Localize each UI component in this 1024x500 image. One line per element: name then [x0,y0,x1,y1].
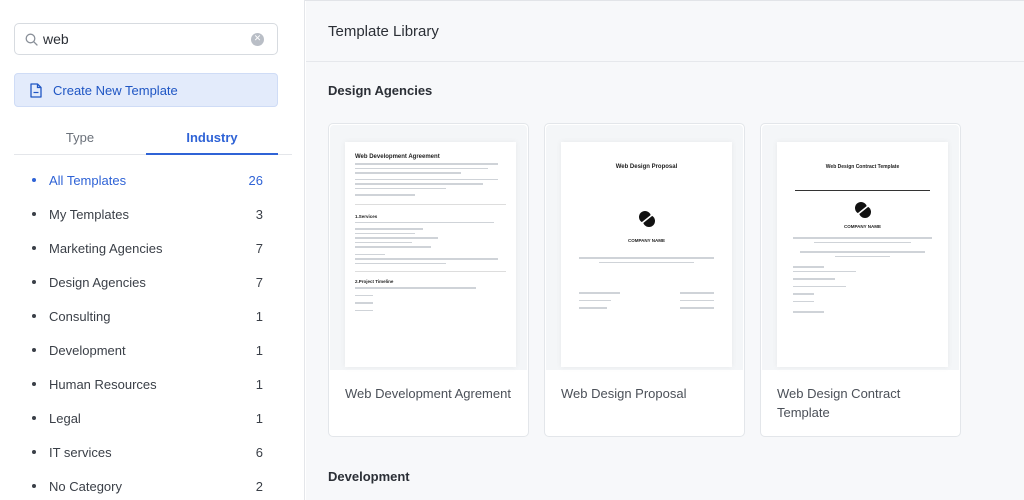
search-icon [23,31,39,47]
category-marketing-agencies[interactable]: Marketing Agencies 7 [0,231,305,265]
template-card-web-design-contract-template[interactable]: Web Design Contract Template COMPANY NAM… [760,123,961,437]
preview-section-heading: 2.Project Timeline [355,279,394,284]
preview-company-name: COMPANY NAME [843,224,882,229]
section-title-development: Development [328,469,410,484]
preview-heading: Web Design Contract Template [825,164,900,170]
card-thumbnail-area: Web Design Contract Template COMPANY NAM… [762,125,959,370]
template-card-web-development-agreement[interactable]: Web Development Agreement 1.Services 2.P… [328,123,529,437]
page-title: Template Library [328,22,439,40]
category-it-services[interactable]: IT services 6 [0,435,305,469]
category-name: Human Resources [49,376,157,392]
preview-section-heading: 1.Services [355,213,378,219]
bullet-icon [32,348,36,352]
bullet-icon [32,382,36,386]
category-design-agencies[interactable]: Design Agencies 7 [0,265,305,299]
category-name: My Templates [49,206,129,222]
category-name: Marketing Agencies [49,240,163,256]
bullet-icon [32,280,36,284]
category-count: 1 [255,376,263,392]
category-name: All Templates [49,172,127,188]
card-title: Web Design Proposal [561,386,687,401]
bullet-icon [32,212,36,216]
category-list: All Templates 26 My Templates 3 Marketin… [0,163,305,500]
filter-tabs: Type Industry [14,122,292,155]
main-header: Template Library [306,1,1024,62]
clear-search-icon[interactable]: ✕ [251,32,264,46]
document-icon [30,82,44,98]
category-human-resources[interactable]: Human Resources 1 [0,367,305,401]
category-name: Development [49,342,126,358]
category-count: 3 [255,206,263,222]
create-new-template-label: Create New Template [53,82,178,98]
category-all-templates[interactable]: All Templates 26 [0,163,305,197]
card-title: Web Design Contract Template [777,386,901,420]
category-my-templates[interactable]: My Templates 3 [0,197,305,231]
bullet-icon [32,416,36,420]
bullet-icon [32,178,36,182]
sidebar: ✕ Create New Template Type Industry All … [0,0,305,500]
category-name: No Category [49,478,122,494]
template-preview: Web Design Contract Template COMPANY NAM… [777,142,948,367]
preview-heading: Web Development Agreement [355,154,440,160]
category-legal[interactable]: Legal 1 [0,401,305,435]
card-title: Web Development Agrement [345,386,511,401]
category-count: 1 [255,410,263,426]
section-title-design-agencies: Design Agencies [328,83,433,98]
template-preview: Web Development Agreement 1.Services 2.P… [345,142,516,367]
create-new-template-button[interactable]: Create New Template [14,73,278,107]
category-count: 1 [255,342,263,358]
category-development[interactable]: Development 1 [0,333,305,367]
card-thumbnail-area: Web Design Proposal COMPANY NAME [546,125,743,370]
search-input[interactable] [43,25,251,53]
bullet-icon [32,450,36,454]
bullet-icon [32,246,36,250]
bullet-icon [32,484,36,488]
category-no-category[interactable]: No Category 2 [0,469,305,500]
template-preview: Web Design Proposal COMPANY NAME [561,142,732,367]
template-card-web-design-proposal[interactable]: Web Design Proposal COMPANY NAME Web Des… [544,123,745,437]
category-count: 7 [255,240,263,256]
preview-company-name: COMPANY NAME [627,238,666,243]
category-name: Design Agencies [49,274,146,290]
category-count: 26 [248,172,263,188]
tab-type[interactable]: Type [14,122,146,154]
category-name: IT services [49,444,112,460]
company-logo-icon [561,210,732,228]
category-count: 6 [255,444,263,460]
category-consulting[interactable]: Consulting 1 [0,299,305,333]
company-logo-icon [777,201,948,219]
bullet-icon [32,314,36,318]
category-name: Legal [49,410,81,426]
category-count: 2 [255,478,263,494]
category-name: Consulting [49,308,111,324]
category-count: 7 [255,274,263,290]
card-thumbnail-area: Web Development Agreement 1.Services 2.P… [330,125,527,370]
tab-industry[interactable]: Industry [146,122,278,155]
category-count: 1 [255,308,263,324]
template-library-panel: Template Library Design Agencies Web Dev… [306,1,1024,500]
search-box[interactable]: ✕ [14,23,278,55]
preview-heading: Web Design Proposal [615,164,678,170]
